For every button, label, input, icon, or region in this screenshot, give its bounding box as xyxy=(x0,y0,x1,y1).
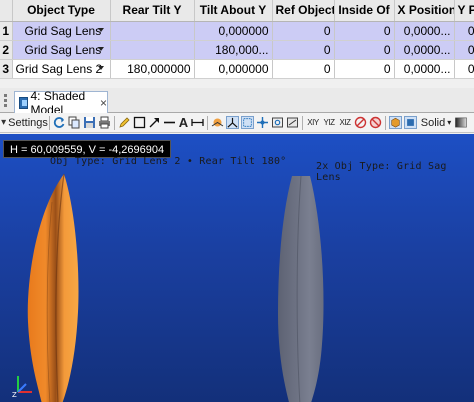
dropdown-arrow-icon[interactable] xyxy=(97,46,104,51)
line-tool-icon[interactable] xyxy=(163,116,176,129)
col-header-inside-of[interactable]: Inside Of xyxy=(334,0,395,22)
background-gradient-icon[interactable] xyxy=(455,116,467,129)
object-type-value: Grid Sag Lens 2 xyxy=(15,61,103,76)
render-mode-dropdown[interactable]: Solid ▾ xyxy=(418,114,454,132)
toolbar-divider xyxy=(114,115,115,130)
pencil-icon[interactable] xyxy=(118,116,131,129)
axis-z-label: Z xyxy=(12,391,17,398)
x-position-cell[interactable]: 0,0000... xyxy=(394,59,455,79)
col-header-x-position[interactable]: X Position xyxy=(394,0,455,22)
ray-trace-icon[interactable] xyxy=(354,116,367,129)
tilt-about-y-cell[interactable]: 0,000000 xyxy=(194,59,273,79)
object-type-value: Grid Sag Lens xyxy=(24,23,102,38)
axes-view-icon[interactable] xyxy=(226,116,239,129)
rear-tilt-y-cell[interactable]: 180,000000 xyxy=(110,59,195,79)
object-type-cell[interactable]: Grid Sag Lens xyxy=(12,21,111,41)
print-icon[interactable] xyxy=(98,116,111,129)
object-editor-table: Object Type Rear Tilt Y Tilt About Y Ref… xyxy=(0,0,474,79)
x-position-cell[interactable]: 0,0000... xyxy=(394,40,455,60)
view-xz-button[interactable]: XIZ xyxy=(337,114,353,132)
view-yz-button[interactable]: YIZ xyxy=(321,114,337,132)
inside-of-cell[interactable]: 0 xyxy=(334,40,395,60)
inside-of-cell[interactable]: 0 xyxy=(334,59,395,79)
col-header-rear-tilt-y[interactable]: Rear Tilt Y xyxy=(110,0,195,22)
right-lens-annotation: 2x Obj Type: Grid Sag Lens xyxy=(316,161,447,183)
object-type-value: Grid Sag Lens xyxy=(24,42,102,57)
gray-lens-model[interactable] xyxy=(268,174,330,402)
row-number-header xyxy=(0,0,13,22)
table-row[interactable]: 3 Grid Sag Lens 2 180,000000 0,000000 0 … xyxy=(0,59,474,79)
rotate-view-icon[interactable] xyxy=(211,116,224,129)
x-position-cell[interactable]: 0,0000... xyxy=(394,21,455,41)
window-tab-bar: 4: Shaded Model × xyxy=(0,88,474,117)
no-ray-icon[interactable] xyxy=(369,116,382,129)
toolbar-divider xyxy=(207,115,208,130)
object-type-cell[interactable]: Grid Sag Lens xyxy=(12,40,111,60)
orange-lens-model[interactable] xyxy=(16,172,88,402)
save-icon[interactable] xyxy=(83,116,96,129)
ref-object-cell[interactable]: 0 xyxy=(272,40,335,60)
object-type-cell[interactable]: Grid Sag Lens 2 xyxy=(12,59,111,79)
rear-tilt-y-cell[interactable] xyxy=(110,40,195,60)
row-number[interactable]: 1 xyxy=(0,21,13,41)
solid-render-icon[interactable] xyxy=(389,116,402,129)
toolbar-divider xyxy=(49,115,50,130)
tilt-about-y-cell[interactable]: 0,000000 xyxy=(194,21,273,41)
zoom-box-icon[interactable] xyxy=(241,116,254,129)
toolbar-divider xyxy=(385,115,386,130)
render-mode-value: Solid xyxy=(420,116,446,129)
zoom-fit-icon[interactable] xyxy=(271,116,284,129)
chevron-down-icon: ▾ xyxy=(447,118,452,127)
y-position-cell[interactable]: 0 xyxy=(454,21,474,41)
tilt-about-y-cell[interactable]: 180,000... xyxy=(194,40,273,60)
close-icon[interactable]: × xyxy=(100,96,107,110)
axis-triad-icon: Z xyxy=(12,376,32,398)
settings-label: Settings xyxy=(8,116,48,129)
dropdown-arrow-icon[interactable] xyxy=(97,65,104,70)
viewer-toolbar: ▾ Settings A XIY YIZ XIZ Solid ▾ xyxy=(0,113,474,133)
wireframe-render-icon[interactable] xyxy=(404,116,417,129)
refresh-icon[interactable] xyxy=(53,116,66,129)
table-header-row: Object Type Rear Tilt Y Tilt About Y Ref… xyxy=(0,0,474,22)
dimension-tool-icon[interactable] xyxy=(191,116,204,129)
table-row[interactable]: 2 Grid Sag Lens 180,000... 0 0 0,0000...… xyxy=(0,40,474,60)
drag-grip-icon[interactable] xyxy=(3,94,10,108)
rear-tilt-y-cell[interactable] xyxy=(110,21,195,41)
ref-object-cell[interactable]: 0 xyxy=(272,21,335,41)
shaded-model-icon xyxy=(19,96,28,109)
table-row[interactable]: 1 Grid Sag Lens 0,000000 0 0 0,0000... 0 xyxy=(0,21,474,41)
left-lens-annotation: Obj Type: Grid Lens 2 • Rear Tilt 180° xyxy=(50,156,287,167)
view-xy-button[interactable]: XIY xyxy=(305,114,321,132)
y-position-cell[interactable]: 0 xyxy=(454,59,474,79)
copy-icon[interactable] xyxy=(68,116,81,129)
col-header-y-position[interactable]: Y P xyxy=(454,0,474,22)
row-number[interactable]: 3 xyxy=(0,59,13,79)
rectangle-tool-icon[interactable] xyxy=(133,116,146,129)
settings-button[interactable]: ▾ Settings xyxy=(0,114,48,132)
shaded-model-viewport[interactable]: H = 60,009559, V = -4,2696904 Obj Type: … xyxy=(0,134,474,402)
dropdown-arrow-icon[interactable] xyxy=(97,27,104,32)
col-header-tilt-about-y[interactable]: Tilt About Y xyxy=(194,0,273,22)
y-position-cell[interactable]: 0 xyxy=(454,40,474,60)
row-number[interactable]: 2 xyxy=(0,40,13,60)
text-tool-button[interactable]: A xyxy=(177,114,190,132)
tab-shaded-model[interactable]: 4: Shaded Model × xyxy=(14,89,108,117)
toolbar-divider xyxy=(302,115,303,130)
inside-of-cell[interactable]: 0 xyxy=(334,21,395,41)
col-header-ref-object[interactable]: Ref Object xyxy=(272,0,335,22)
col-header-object-type[interactable]: Object Type xyxy=(12,0,111,22)
reset-view-icon[interactable] xyxy=(286,116,299,129)
chevron-down-icon: ▾ xyxy=(1,117,7,128)
ref-object-cell[interactable]: 0 xyxy=(272,59,335,79)
pan-icon[interactable] xyxy=(256,116,269,129)
arrow-tool-icon[interactable] xyxy=(148,116,161,129)
